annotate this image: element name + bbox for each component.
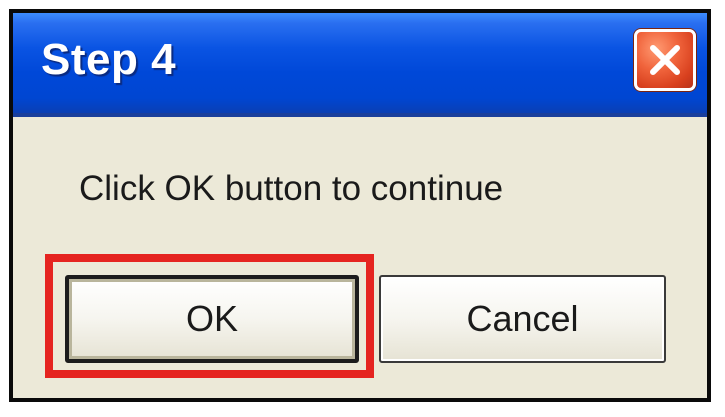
dialog-message: Click OK button to continue: [79, 169, 504, 208]
ok-button-label: OK: [185, 298, 238, 339]
close-button[interactable]: [634, 29, 696, 91]
cancel-button-label: Cancel: [466, 298, 579, 339]
close-x-icon: [650, 45, 680, 75]
dialog-title: Step 4: [41, 35, 177, 84]
ok-button[interactable]: OK: [65, 275, 359, 363]
title-bar[interactable]: Step 4: [13, 13, 707, 117]
cancel-button[interactable]: Cancel: [379, 275, 666, 363]
dialog-window: Step 4 Click OK button to continue OK Ca…: [9, 9, 711, 402]
